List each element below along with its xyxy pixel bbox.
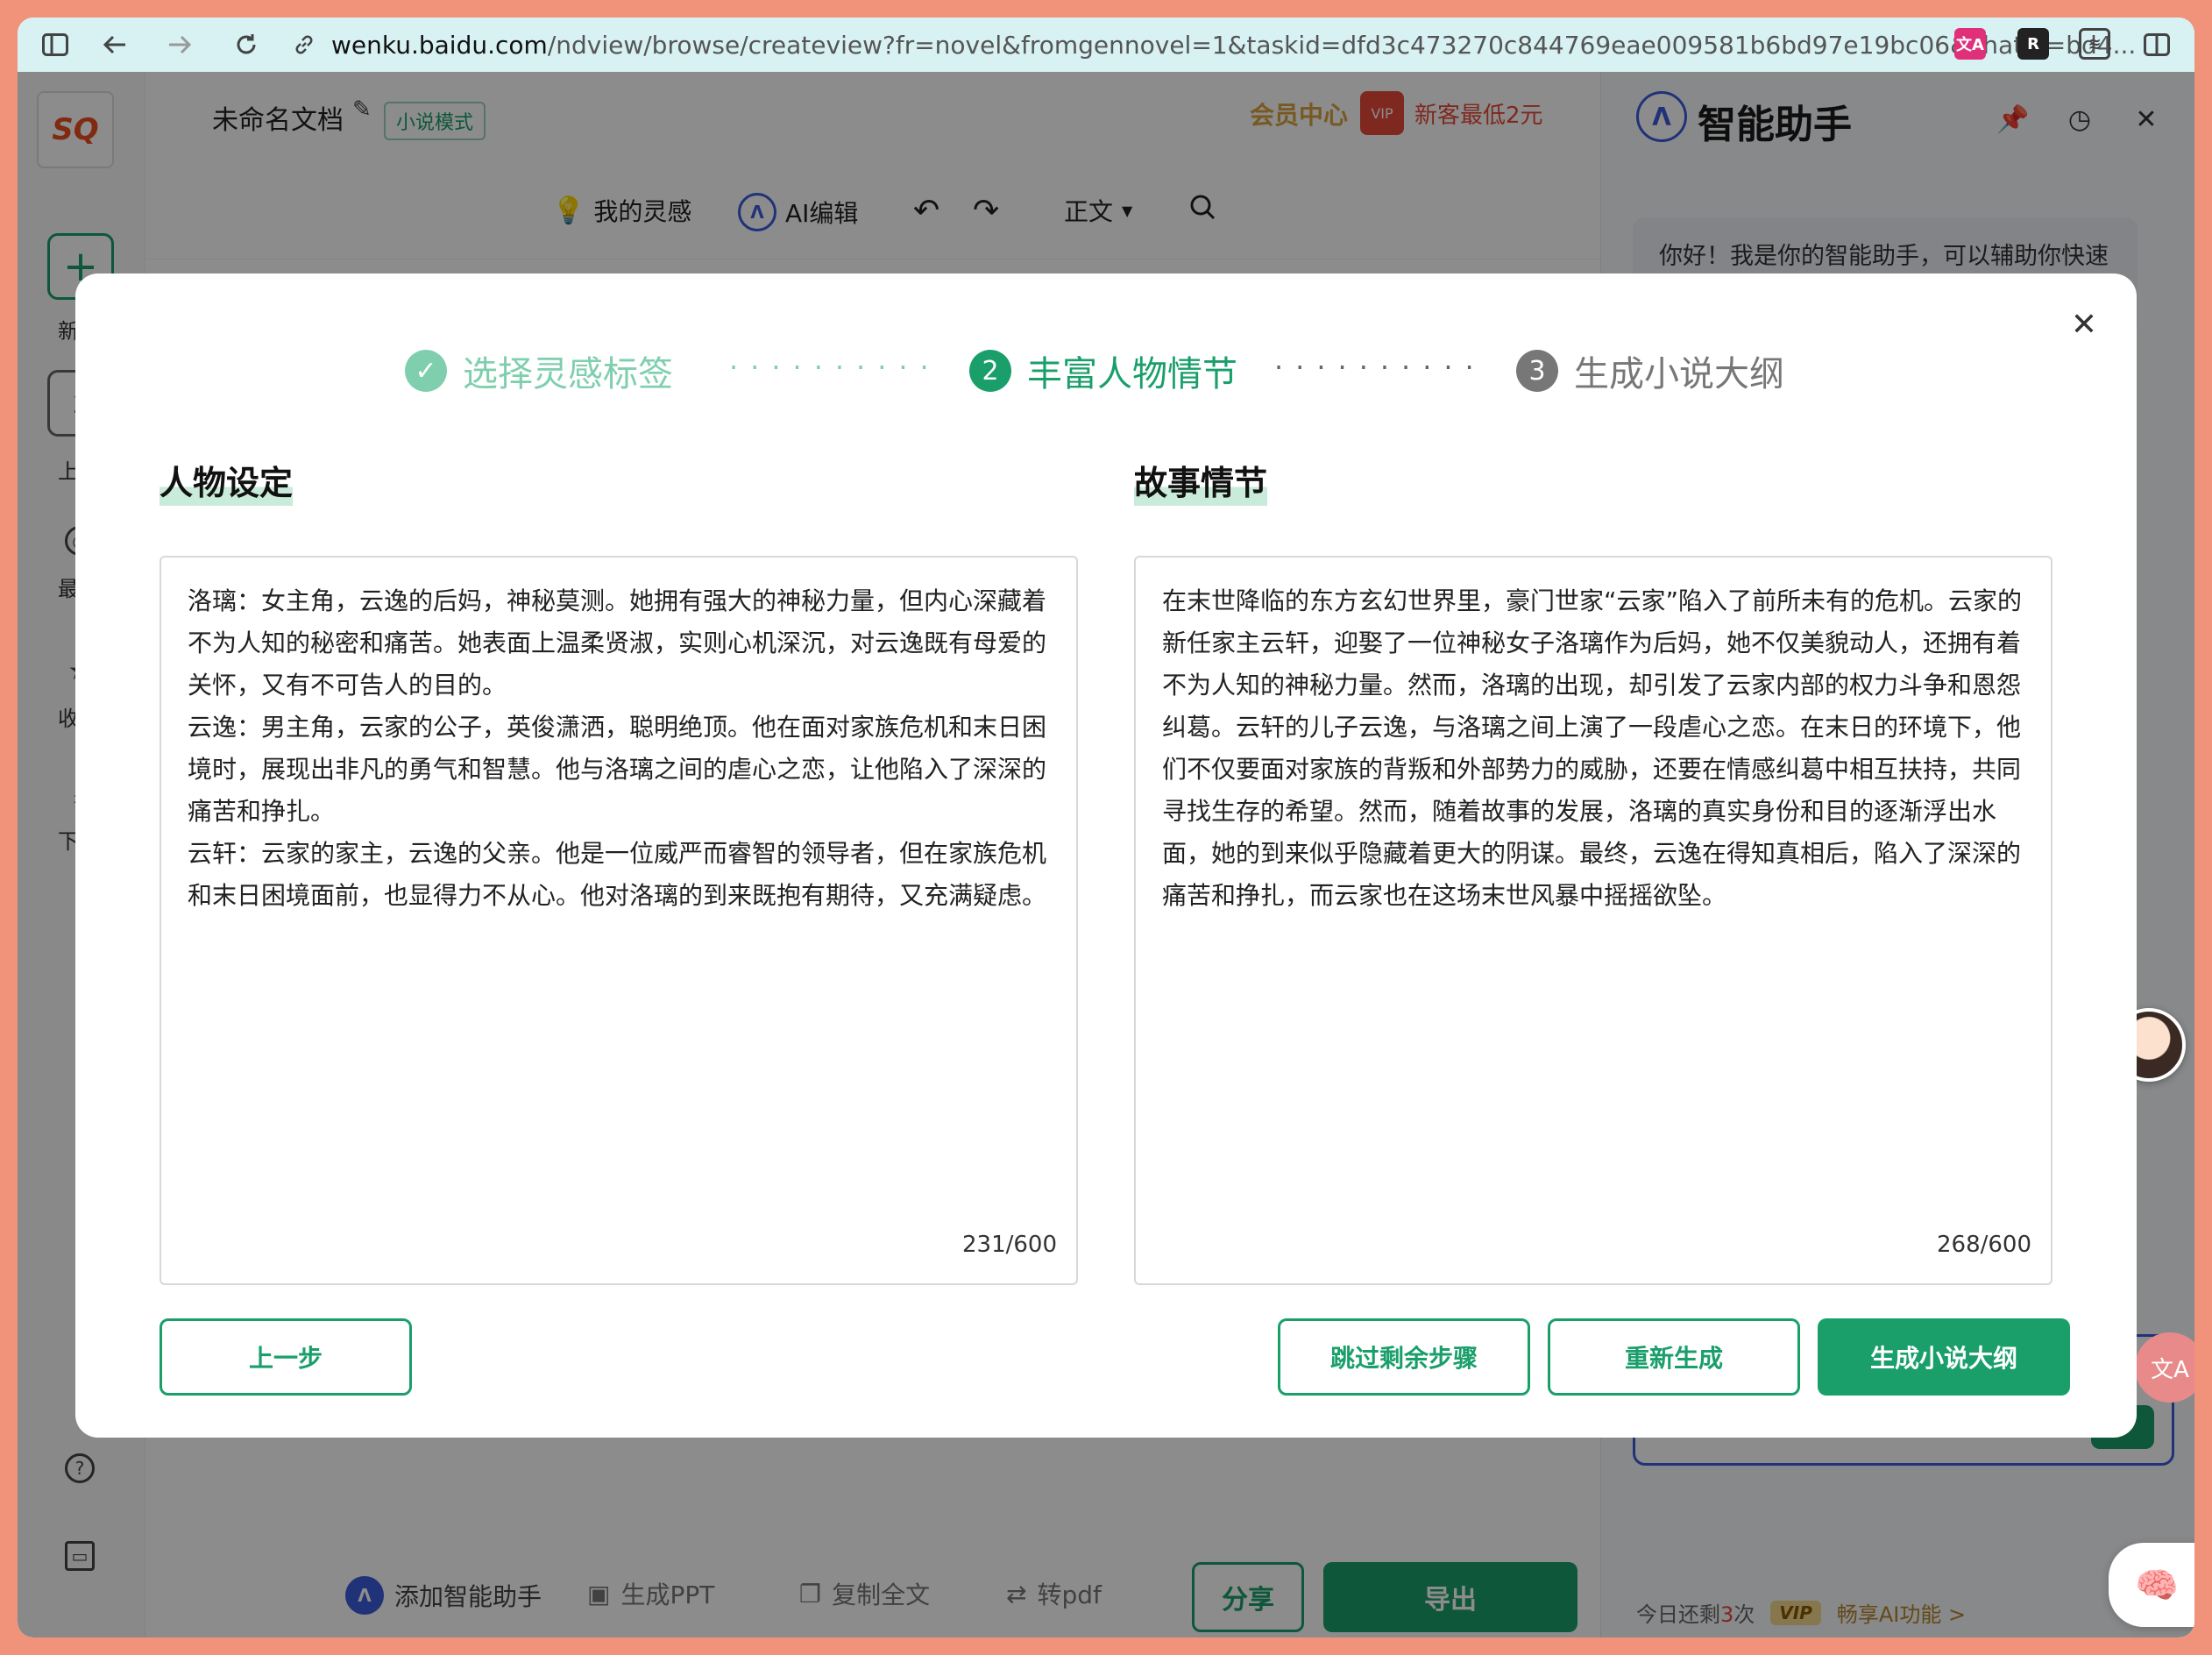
link-icon <box>289 30 319 60</box>
reader-extension-icon[interactable]: R <box>2017 28 2049 60</box>
step-2-index: 2 <box>969 350 1011 392</box>
step-connector-1: ·········· <box>729 351 941 384</box>
novel-wizard-modal: ✕ ✓ 选择灵感标签 ·········· 2 丰富人物情节 ·········… <box>75 273 2137 1438</box>
plot-text: 在末世降临的东方玄幻世界里，豪门世家“云家”陷入了前所未有的危机。云家的新任家主… <box>1162 586 2023 910</box>
characters-textarea[interactable]: 洛璃：女主角，云逸的后妈，神秘莫测。她拥有强大的神秘力量，但内心深藏着不为人知的… <box>160 556 1078 1285</box>
brain-float-icon[interactable]: 🧠 <box>2109 1543 2194 1627</box>
split-view-icon[interactable] <box>2142 30 2172 60</box>
prev-step-button[interactable]: 上一步 <box>160 1318 412 1396</box>
skip-steps-button[interactable]: 跳过剩余步骤 <box>1278 1318 1530 1396</box>
address-bar[interactable]: wenku.baidu.com/ndview/browse/createview… <box>331 18 2136 72</box>
back-icon[interactable] <box>100 30 130 60</box>
step-2: 2 丰富人物情节 <box>969 345 1237 396</box>
translate-extension-icon[interactable]: 文A <box>1954 28 1986 60</box>
regenerate-button[interactable]: 重新生成 <box>1548 1318 1800 1396</box>
step-2-label: 丰富人物情节 <box>1027 354 1237 394</box>
characters-counter: 231/600 <box>961 1232 1057 1258</box>
step-3-label: 生成小说大纲 <box>1574 354 1784 394</box>
browser-toolbar: wenku.baidu.com/ndview/browse/createview… <box>18 18 2194 72</box>
plot-textarea[interactable]: 在末世降临的东方玄幻世界里，豪门世家“云家”陷入了前所未有的危机。云家的新任家主… <box>1134 556 2052 1285</box>
extension-icon[interactable]: ≋ <box>2079 28 2110 60</box>
step-3-index: 3 <box>1516 350 1558 392</box>
plot-counter: 268/600 <box>1936 1232 2031 1258</box>
character-paragraph: 云逸：男主角，云家的公子，英俊潇洒，聪明绝顶。他在面对家族危机和末日困境时，展现… <box>188 713 1047 826</box>
step-1-label: 选择灵感标签 <box>463 354 673 394</box>
character-paragraph: 云轩：云家的家主，云逸的父亲。他是一位威严而睿智的领导者，但在家族危机和末日困境… <box>188 839 1047 910</box>
generate-outline-button[interactable]: 生成小说大纲 <box>1818 1318 2070 1396</box>
reload-icon[interactable] <box>231 30 261 60</box>
url-path: /ndview/browse/createview?fr=novel&fromg… <box>547 30 2137 60</box>
plot-title: 故事情节 <box>1134 456 1268 506</box>
step-1-check-icon: ✓ <box>405 350 447 392</box>
step-connector-2: ·········· <box>1274 351 1486 384</box>
url-host: wenku.baidu.com <box>331 30 548 60</box>
forward-icon[interactable] <box>165 30 195 60</box>
character-paragraph: 洛璃：女主角，云逸的后妈，神秘莫测。她拥有强大的神秘力量，但内心深藏着不为人知的… <box>188 586 1047 700</box>
modal-close-icon[interactable]: ✕ <box>2067 307 2102 343</box>
step-3: 3 生成小说大纲 <box>1516 345 1784 396</box>
sidebar-toggle-icon[interactable] <box>40 30 70 60</box>
characters-title: 人物设定 <box>160 456 294 506</box>
step-1: ✓ 选择灵感标签 <box>405 345 673 396</box>
browser-window: wenku.baidu.com/ndview/browse/createview… <box>18 18 2194 1637</box>
